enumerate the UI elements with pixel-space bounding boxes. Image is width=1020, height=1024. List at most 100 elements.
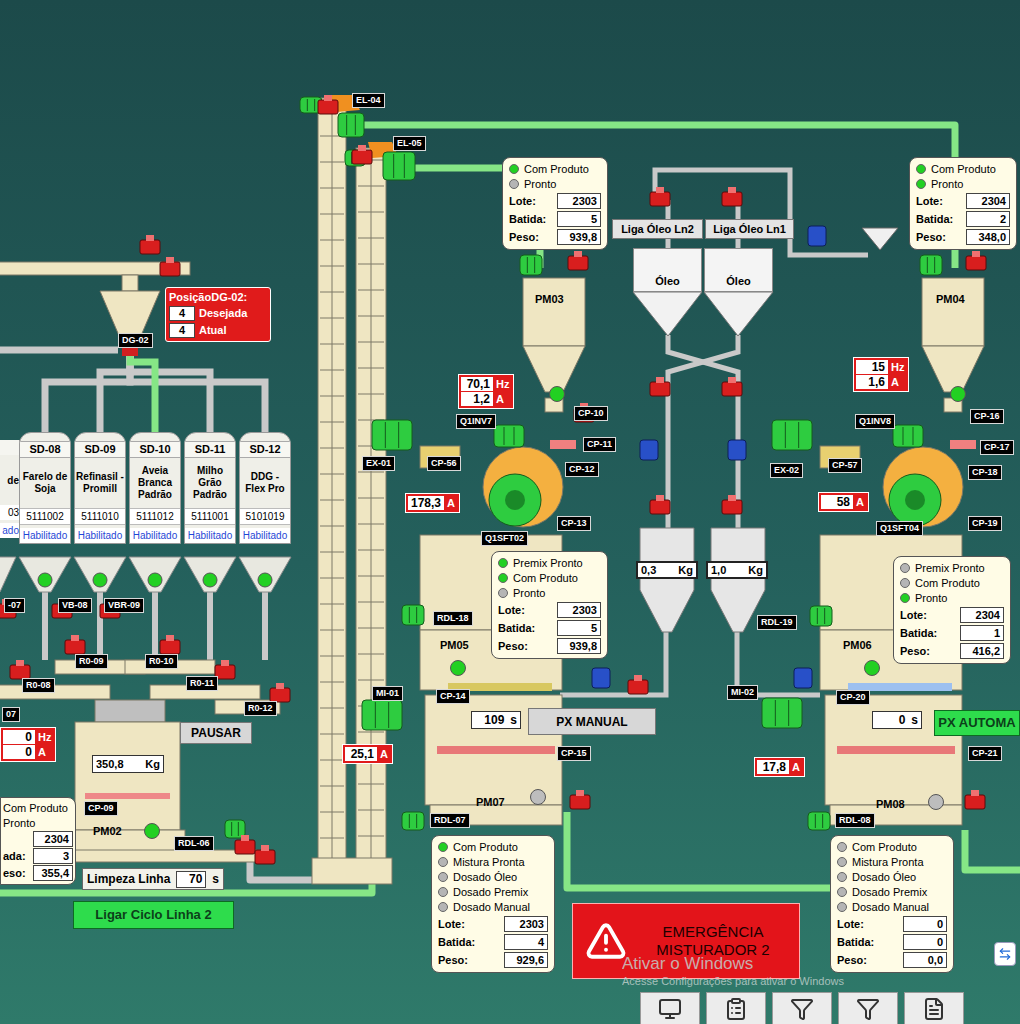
vessel-lamp (530, 789, 546, 805)
field-value: 929,6 (504, 952, 548, 968)
command-button[interactable]: PX MANUAL (528, 708, 656, 735)
toolbar-icon (724, 997, 748, 1021)
status-lamp (916, 179, 926, 189)
silo-bin[interactable]: SD-10Aveia Branca Padrão5111012Habilitad… (129, 432, 181, 544)
motor-icon (810, 606, 832, 626)
remote-access-button[interactable] (994, 942, 1016, 966)
equipment-tag: CP-10 (574, 406, 608, 421)
status-lamp-row: Mistura Pronta (837, 855, 947, 869)
oil-scale-readout: 0,3Kg (636, 561, 698, 579)
vessel-lamp (144, 823, 160, 839)
status-lamp-row: Com Produto (438, 840, 548, 854)
vessel-lamp (450, 660, 466, 676)
toolbar-icon (856, 997, 880, 1021)
warning-icon (585, 920, 627, 962)
bin-tag: SD-11 (185, 441, 235, 458)
field-value: 0,0 (903, 952, 947, 968)
equipment-tag: Q1SFT04 (876, 521, 923, 536)
toolbar-button[interactable] (706, 992, 766, 1024)
status-lamp (837, 872, 847, 882)
status-lamp (438, 857, 448, 867)
readout-value: 1,2 (461, 392, 493, 406)
field-row: Batida:4 (438, 934, 548, 950)
bin-code: 5111010 (75, 508, 125, 525)
valve-icon (965, 790, 985, 809)
bin-tag: SD-09 (75, 441, 125, 458)
pump-icon (794, 668, 812, 688)
toolbar-button[interactable] (772, 992, 832, 1024)
equipment-tag: RDL-07 (430, 813, 470, 828)
equipment-tag: CP-18 (968, 465, 1002, 480)
valve-icon (160, 257, 180, 276)
field-value: 4 (504, 934, 548, 950)
equipment-tag: R0-08 (22, 678, 55, 693)
toolbar-button[interactable] (640, 992, 700, 1024)
equipment-tag: RDL-19 (757, 615, 797, 630)
silo-bin[interactable]: SD-11Milho Grão Padrão5111001Habilitado (184, 432, 236, 544)
oil-button[interactable]: Liga Óleo Ln1 (705, 219, 794, 239)
vessel-lamp (928, 794, 944, 810)
bin-route (130, 338, 265, 436)
emergency-alarm[interactable]: EMERGÊNCIAMISTURADOR 2 (572, 903, 800, 979)
status-lamp (438, 842, 448, 852)
motor-icon (372, 420, 412, 450)
readout-value: 178,3 (408, 496, 444, 510)
field-row: Lote:2304 (900, 607, 1004, 623)
toolbar-button[interactable] (838, 992, 898, 1024)
bin-code: 5111012 (130, 508, 180, 525)
equipment-tag: R0-11 (186, 676, 218, 691)
readout-unit: Hz (891, 360, 906, 374)
pump-icon (640, 440, 658, 460)
field-value: 939,8 (557, 638, 601, 654)
bin-level-lamp (93, 573, 107, 587)
equipment-tag: EL-04 (352, 93, 385, 108)
silo-bin[interactable]: SD-12DDG - Flex Pro5101019Habilitado (239, 432, 291, 544)
readout-value: 0 (3, 730, 35, 744)
field-value: 0 (903, 916, 947, 932)
status-lamp-row: Mistura Pronta (438, 855, 548, 869)
toolbar-button[interactable] (904, 992, 964, 1024)
field-row: Batida:5 (498, 620, 601, 636)
status-lamp-row: Premix Pronto (900, 561, 1004, 575)
command-button[interactable]: Ligar Ciclo Linha 2 (73, 901, 234, 929)
status-lamp-row: Dosado Manual (837, 900, 947, 914)
status-lamp-row: Pronto (916, 177, 1010, 191)
field-row: Peso:348,0 (916, 229, 1010, 245)
equipment-tag: R0-12 (244, 701, 277, 716)
motor-icon (893, 425, 923, 447)
command-button[interactable]: PX AUTOMA (934, 710, 1020, 736)
field-row: Batida:1 (900, 625, 1004, 641)
status-lamp-row: Dosado Óleo (837, 870, 947, 884)
status-lamp-row: Com Produto (837, 840, 947, 854)
equipment-tag: EL-05 (393, 136, 426, 151)
bin-product: Aveia Branca Padrão (130, 458, 180, 508)
equipment-tag: VBR-09 (104, 598, 144, 613)
silo-bin[interactable]: SD-08Farelo de Soja5111002Habilitado (19, 432, 71, 544)
scale-readout: 350,8Kg (92, 755, 164, 773)
bin-product: Milho Grão Padrão (185, 458, 235, 508)
vessel-label: PM06 (843, 640, 872, 651)
equipment-tag: 07 (2, 707, 20, 722)
equipment-tag: EX-01 (362, 456, 395, 471)
oil-button[interactable]: Liga Óleo Ln2 (612, 219, 703, 239)
field-row: Peso:939,8 (509, 229, 601, 245)
field-row: Lote:0 (837, 916, 947, 932)
bin-status: Habilitado (20, 528, 70, 543)
toolbar-icon (790, 997, 814, 1021)
field-value: 2303 (557, 193, 601, 209)
bin-product: Farelo de Soja (20, 458, 70, 508)
bucket-elevators (312, 95, 398, 884)
silo-bin[interactable]: SD-09Refinasil - Promill5111010Habilitad… (74, 432, 126, 544)
equipment-tag: R0-10 (145, 654, 178, 669)
equipment-tag: -07 (4, 598, 25, 613)
readout-value: 70,1 (461, 377, 493, 391)
bin-code: 5111002 (20, 508, 70, 525)
equipment-tag: CP-20 (836, 690, 870, 705)
command-button[interactable]: PAUSAR (180, 722, 252, 744)
drive-readout: 70,1Hz1,2A (458, 374, 514, 409)
motor-icon (772, 420, 812, 450)
bin-status: Habilitado (75, 528, 125, 543)
drive-readout: 58A (818, 492, 869, 512)
mix-timer: 0s (872, 711, 922, 729)
field-value: 5 (557, 211, 601, 227)
